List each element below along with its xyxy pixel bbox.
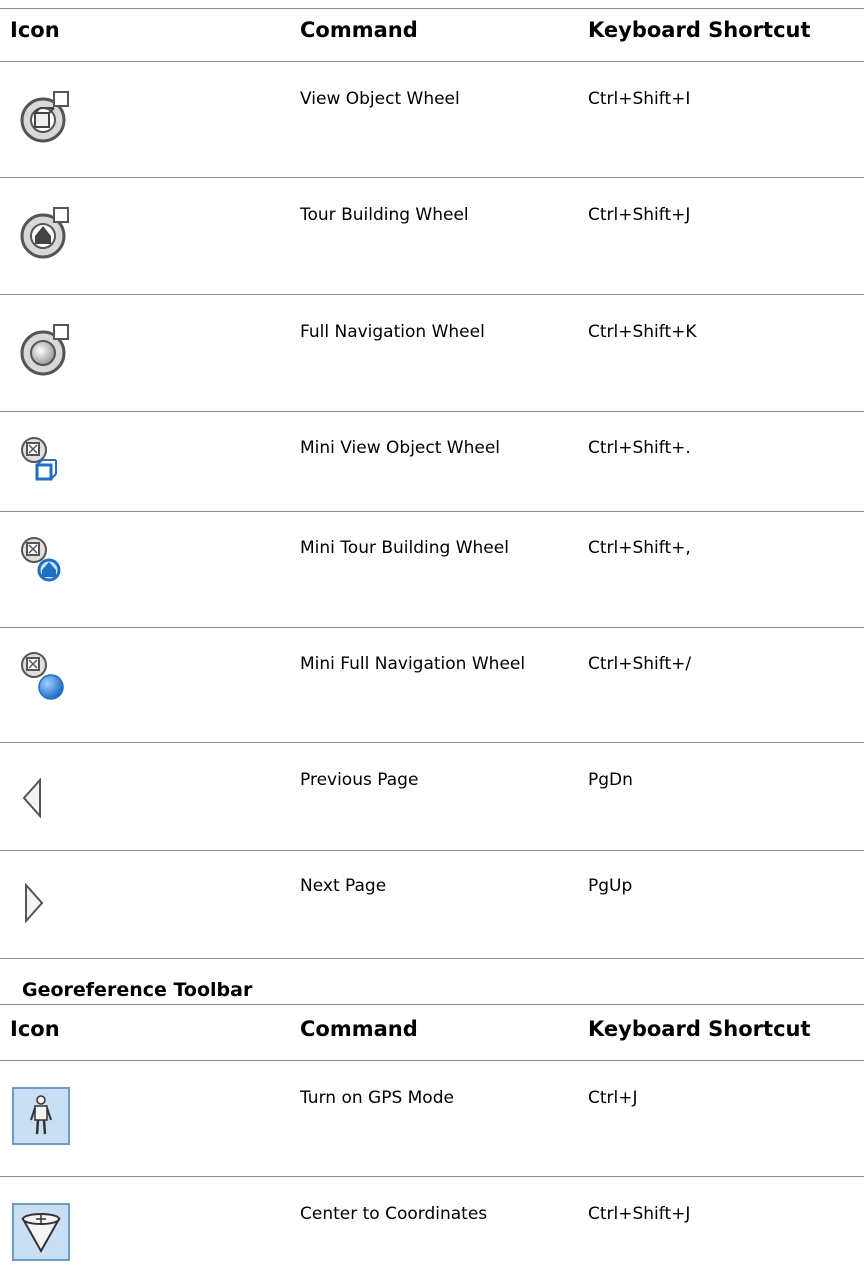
view-object-wheel-icon bbox=[18, 88, 72, 146]
table1-row-rule bbox=[0, 294, 864, 295]
table1-bottom-rule bbox=[0, 958, 864, 959]
table1-command: Next Page bbox=[300, 876, 387, 896]
table1-shortcut: PgDn bbox=[588, 770, 633, 790]
table1-command: Mini Full Navigation Wheel bbox=[300, 654, 526, 674]
table1-row-rule bbox=[0, 850, 864, 851]
table1-shortcut: Ctrl+Shift+K bbox=[588, 322, 697, 342]
table1-shortcut: Ctrl+Shift+I bbox=[588, 89, 691, 109]
next-page-icon bbox=[20, 883, 50, 923]
table2-header-command: Command bbox=[300, 1017, 418, 1041]
table1-command: Previous Page bbox=[300, 770, 419, 790]
table2-shortcut: Ctrl+J bbox=[588, 1088, 638, 1108]
table1-shortcut: Ctrl+Shift+J bbox=[588, 205, 691, 225]
table1-shortcut: PgUp bbox=[588, 876, 633, 896]
table1-command: Tour Building Wheel bbox=[300, 205, 469, 225]
table1-row-rule bbox=[0, 627, 864, 628]
table1-row-rule bbox=[0, 511, 864, 512]
table2-command: Turn on GPS Mode bbox=[300, 1088, 454, 1108]
table1-command: Mini View Object Wheel bbox=[300, 438, 501, 458]
full-navigation-wheel-icon bbox=[18, 321, 72, 379]
table2-command: Center to Coordinates bbox=[300, 1204, 488, 1224]
table1-top-rule bbox=[0, 8, 864, 9]
table2-top-rule bbox=[0, 1004, 864, 1005]
table2-header-rule bbox=[0, 1060, 864, 1061]
table1-header-rule bbox=[0, 61, 864, 62]
table2-shortcut: Ctrl+Shift+J bbox=[588, 1204, 691, 1224]
table1-shortcut: Ctrl+Shift+/ bbox=[588, 654, 692, 674]
table1-row-rule bbox=[0, 177, 864, 178]
section-title: Georeference Toolbar bbox=[22, 979, 253, 1001]
mini-tour-building-wheel-icon bbox=[18, 532, 72, 590]
table2-row-rule bbox=[0, 1176, 864, 1177]
table1-command: Mini Tour Building Wheel bbox=[300, 538, 509, 558]
gps-mode-figure-icon bbox=[12, 1087, 70, 1145]
table2-header-shortcut: Keyboard Shortcut bbox=[588, 1017, 811, 1041]
table1-header-icon: Icon bbox=[10, 18, 60, 42]
tour-building-wheel-icon bbox=[18, 204, 72, 262]
table1-shortcut: Ctrl+Shift+. bbox=[588, 438, 691, 458]
previous-page-icon bbox=[20, 778, 50, 818]
table1-row-rule bbox=[0, 742, 864, 743]
table1-command: View Object Wheel bbox=[300, 89, 460, 109]
table1-shortcut: Ctrl+Shift+, bbox=[588, 538, 691, 558]
table1-header-shortcut: Keyboard Shortcut bbox=[588, 18, 811, 42]
table1-header-command: Command bbox=[300, 18, 418, 42]
mini-full-navigation-wheel-icon bbox=[18, 647, 72, 705]
center-to-coordinates-icon bbox=[12, 1203, 70, 1261]
table1-row-rule bbox=[0, 411, 864, 412]
table2-header-icon: Icon bbox=[10, 1017, 60, 1041]
mini-view-object-wheel-icon bbox=[18, 432, 72, 486]
table1-command: Full Navigation Wheel bbox=[300, 322, 485, 342]
